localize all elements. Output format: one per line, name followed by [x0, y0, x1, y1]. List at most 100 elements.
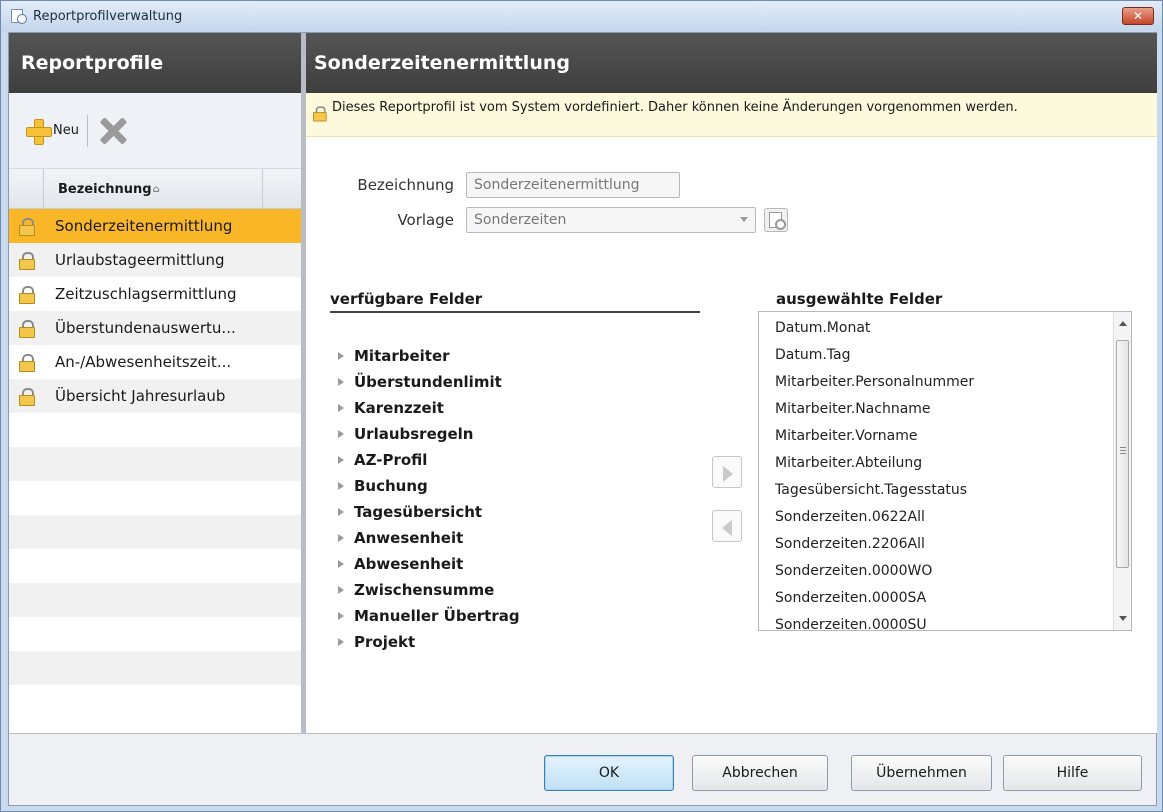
profile-detail-header: Sonderzeitenermittlung — [306, 33, 1157, 93]
profile-list: Sonderzeitenermittlung Urlaubstageermitt… — [9, 209, 301, 719]
tree-node[interactable]: Projekt — [330, 629, 700, 655]
scroll-down-icon[interactable] — [1119, 616, 1127, 621]
tree-node-label: Abwesenheit — [354, 555, 464, 573]
help-button[interactable]: Hilfe — [1003, 755, 1142, 791]
lock-icon — [19, 252, 35, 270]
selected-field-item[interactable]: Mitarbeiter.Vorname — [775, 422, 974, 449]
selected-field-item[interactable]: Sonderzeiten.2206All — [775, 530, 974, 557]
tree-node[interactable]: Manueller Übertrag — [330, 603, 700, 629]
empty-row — [9, 481, 301, 515]
selected-field-item[interactable]: Tagesübersicht.Tagesstatus — [775, 476, 974, 503]
selected-field-item[interactable]: Datum.Monat — [775, 314, 974, 341]
available-fields-tree: Mitarbeiter Überstundenlimit Karenzzeit … — [330, 343, 700, 655]
profile-list-panel: Reportprofile Neu Bezeichnung ⌂ Sonderze — [9, 33, 301, 733]
expand-arrow-icon[interactable] — [338, 378, 344, 386]
tree-node-label: Manueller Übertrag — [354, 607, 520, 625]
tree-node-label: Anwesenheit — [354, 529, 464, 547]
empty-row — [9, 617, 301, 651]
name-form-row: Bezeichnung Sonderzeitenermittlung — [306, 172, 680, 198]
delete-icon[interactable] — [98, 116, 128, 146]
tree-node[interactable]: Überstundenlimit — [330, 369, 700, 395]
profile-list-item[interactable]: Übersicht Jahresurlaub — [9, 379, 301, 413]
tree-node[interactable]: Abwesenheit — [330, 551, 700, 577]
readonly-info-text: Dieses Reportprofil ist vom System vorde… — [332, 100, 1018, 115]
selected-fields-list[interactable]: Datum.Monat Datum.Tag Mitarbeiter.Person… — [758, 311, 1132, 631]
selected-field-item[interactable]: Sonderzeiten.0000SU — [775, 611, 974, 631]
selected-field-item[interactable]: Datum.Tag — [775, 341, 974, 368]
profile-list-item[interactable]: Überstundenauswertu... — [9, 311, 301, 345]
tree-node-label: AZ-Profil — [354, 451, 428, 469]
cancel-button[interactable]: Abbrechen — [692, 755, 828, 791]
expand-arrow-icon[interactable] — [338, 404, 344, 412]
lock-icon — [19, 218, 35, 236]
name-field[interactable]: Sonderzeitenermittlung — [466, 172, 680, 198]
lock-icon — [19, 388, 35, 406]
tree-node[interactable]: Tagesübersicht — [330, 499, 700, 525]
name-label: Bezeichnung — [357, 176, 454, 194]
report-profile-app-icon — [11, 8, 27, 24]
expand-arrow-icon[interactable] — [338, 482, 344, 490]
column-header-label: Bezeichnung — [58, 181, 152, 197]
title-bar[interactable]: Reportprofilverwaltung ✕ — [1, 1, 1162, 31]
expand-arrow-icon[interactable] — [338, 430, 344, 438]
expand-arrow-icon[interactable] — [338, 508, 344, 516]
tree-node[interactable]: Urlaubsregeln — [330, 421, 700, 447]
selected-field-item[interactable]: Mitarbeiter.Abteilung — [775, 449, 974, 476]
expand-arrow-icon[interactable] — [338, 638, 344, 646]
selected-field-item[interactable]: Sonderzeiten.0622All — [775, 503, 974, 530]
expand-arrow-icon[interactable] — [338, 456, 344, 464]
tree-node[interactable]: Anwesenheit — [330, 525, 700, 551]
profile-list-item[interactable]: An-/Abwesenheitszeit... — [9, 345, 301, 379]
template-value: Sonderzeiten — [474, 212, 567, 228]
scrollbar-thumb[interactable] — [1116, 340, 1129, 568]
remove-field-button[interactable] — [712, 510, 742, 542]
template-dropdown[interactable]: Sonderzeiten — [466, 207, 756, 233]
scroll-up-icon[interactable] — [1119, 321, 1127, 326]
window-title: Reportprofilverwaltung — [33, 8, 183, 24]
profile-item-label: Übersicht Jahresurlaub — [55, 387, 226, 405]
expand-arrow-icon[interactable] — [338, 534, 344, 542]
apply-button[interactable]: Übernehmen — [851, 755, 992, 791]
profile-list-item[interactable]: Zeitzuschlagsermittlung — [9, 277, 301, 311]
grip-icon — [1120, 447, 1126, 454]
vertical-scrollbar[interactable] — [1113, 312, 1131, 630]
template-preview-icon[interactable] — [764, 208, 788, 232]
tree-node[interactable]: AZ-Profil — [330, 447, 700, 473]
selected-field-item[interactable]: Mitarbeiter.Nachname — [775, 395, 974, 422]
add-field-button[interactable] — [712, 456, 742, 488]
tree-node[interactable]: Karenzzeit — [330, 395, 700, 421]
chevron-down-icon — [740, 217, 748, 222]
lock-icon — [19, 354, 35, 372]
tree-node-label: Buchung — [354, 477, 428, 495]
sort-ascending-icon: ⌂ — [152, 183, 160, 195]
new-profile-label: Neu — [53, 123, 79, 138]
available-fields-title: verfügbare Felder — [330, 290, 700, 313]
ok-button[interactable]: OK — [544, 755, 674, 791]
profile-item-label: An-/Abwesenheitszeit... — [55, 353, 232, 371]
selected-field-item[interactable]: Sonderzeiten.0000SA — [775, 584, 974, 611]
profile-list-item[interactable]: Urlaubstageermittlung — [9, 243, 301, 277]
expand-arrow-icon[interactable] — [338, 586, 344, 594]
tree-node[interactable]: Buchung — [330, 473, 700, 499]
profile-item-label: Sonderzeitenermittlung — [55, 217, 233, 235]
tree-node[interactable]: Zwischensumme — [330, 577, 700, 603]
expand-arrow-icon[interactable] — [338, 560, 344, 568]
empty-row — [9, 413, 301, 447]
empty-row — [9, 515, 301, 549]
selected-field-item[interactable]: Sonderzeiten.0000WO — [775, 557, 974, 584]
selected-field-item[interactable]: Mitarbeiter.Personalnummer — [775, 368, 974, 395]
column-header-row: Bezeichnung ⌂ — [9, 169, 301, 209]
empty-row — [9, 583, 301, 617]
close-button[interactable]: ✕ — [1122, 7, 1154, 25]
new-profile-button[interactable]: Neu — [25, 118, 79, 145]
profile-list-item[interactable]: Sonderzeitenermittlung — [9, 209, 301, 243]
tree-node[interactable]: Mitarbeiter — [330, 343, 700, 369]
profile-item-label: Urlaubstageermittlung — [55, 251, 225, 269]
template-form-row: Vorlage Sonderzeiten — [306, 207, 788, 233]
empty-row — [9, 685, 301, 719]
expand-arrow-icon[interactable] — [338, 612, 344, 620]
template-label: Vorlage — [397, 211, 454, 229]
expand-arrow-icon[interactable] — [338, 352, 344, 360]
dialog-window: Reportprofilverwaltung ✕ Reportprofile N… — [0, 0, 1163, 812]
column-header-bezeichnung[interactable]: Bezeichnung ⌂ — [43, 169, 263, 209]
